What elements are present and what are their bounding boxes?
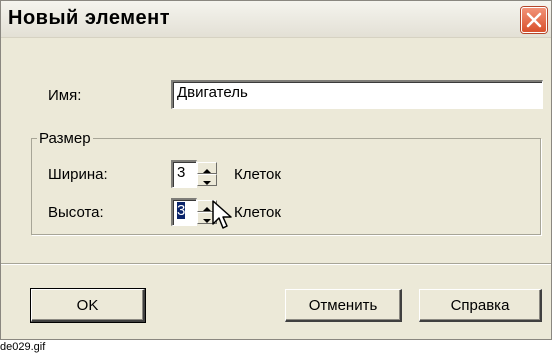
close-button[interactable] (521, 7, 547, 33)
title-bar[interactable]: Новый элемент (1, 1, 551, 38)
close-icon (526, 12, 542, 28)
width-field[interactable]: 3 (171, 160, 197, 188)
name-field[interactable]: Двигатель (171, 80, 543, 109)
separator (1, 263, 551, 265)
height-field[interactable]: 3 (171, 198, 197, 226)
height-unit: Клеток (234, 204, 281, 221)
width-down-button[interactable] (197, 174, 217, 186)
name-label: Имя: (48, 87, 82, 104)
dialog-title: Новый элемент (8, 7, 171, 29)
name-value: Двигатель (177, 84, 248, 101)
size-group (31, 138, 541, 235)
image-caption: de029.gif (0, 341, 46, 353)
height-label: Высота: (48, 204, 104, 221)
width-up-button[interactable] (197, 162, 217, 174)
height-value: 3 (177, 202, 186, 219)
ok-button[interactable]: OK (30, 288, 146, 323)
width-label: Ширина: (48, 166, 108, 183)
new-element-dialog: Новый элемент Имя: Двигатель Размер Шири… (0, 0, 552, 340)
cancel-button[interactable]: Отменить (285, 289, 402, 322)
width-spinner[interactable] (197, 162, 217, 186)
help-button[interactable]: Справка (419, 289, 542, 322)
arrow-down-icon (203, 181, 211, 185)
mouse-pointer-icon (212, 200, 232, 229)
size-group-label: Размер (37, 130, 93, 147)
width-value: 3 (177, 164, 186, 181)
width-unit: Клеток (234, 166, 281, 183)
